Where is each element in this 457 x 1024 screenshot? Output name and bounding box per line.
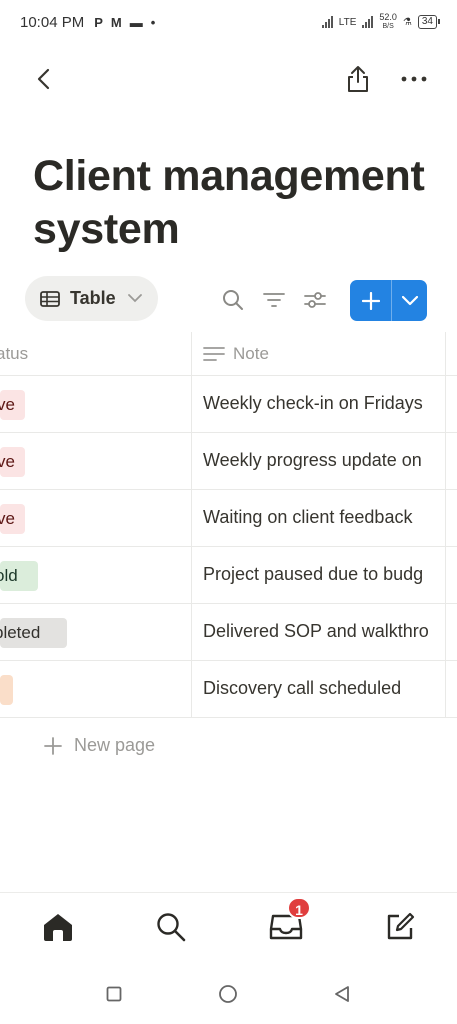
flask-icon: ⚗ (402, 16, 412, 28)
bottom-nav (0, 892, 457, 962)
status-bar: 10:04 PM P M ▬ • LTE 52.0 B/S ⚗ 34 (0, 0, 457, 44)
new-page-label: New page (74, 735, 156, 755)
signal-icon (321, 16, 333, 28)
ellipsis-icon (401, 76, 427, 82)
compose-tab[interactable] (382, 909, 418, 945)
table-header: atus Note (0, 332, 457, 376)
column-divider (445, 661, 446, 717)
signal-icon-2 (362, 16, 374, 28)
view-selector[interactable]: Table (25, 276, 158, 321)
status-badge[interactable]: ve (0, 390, 25, 420)
table-row[interactable]: ve Weekly check-in on Fridays (0, 376, 457, 433)
note-cell[interactable]: Waiting on client feedback (203, 507, 445, 528)
status-time: 10:04 PM (20, 13, 85, 31)
search-button[interactable] (218, 285, 248, 315)
status-badge[interactable]: old (0, 561, 38, 591)
share-button[interactable] (342, 62, 374, 96)
chevron-down-icon (127, 294, 142, 303)
note-cell[interactable]: Weekly check-in on Fridays (203, 393, 445, 414)
plus-icon (361, 291, 380, 310)
filter-icon (263, 293, 285, 307)
message-icon: ▬ (129, 14, 143, 30)
new-page-button[interactable]: New page (44, 735, 155, 756)
filter-button[interactable] (259, 285, 289, 315)
database-table: atus Note ve Weekly check-in on Fridays … (0, 332, 457, 718)
column-header-note-label: Note (233, 344, 269, 363)
add-button[interactable] (350, 280, 392, 321)
column-divider (445, 490, 446, 546)
column-divider (445, 376, 446, 432)
system-navigation-bar (0, 972, 457, 1016)
plus-icon (44, 736, 62, 755)
settings-button[interactable] (300, 285, 330, 315)
chevron-left-icon (37, 68, 50, 90)
home-button[interactable] (216, 982, 240, 1006)
network-type: LTE (338, 16, 357, 28)
column-divider (445, 332, 446, 375)
status-badge[interactable]: l (0, 675, 13, 705)
column-divider (445, 547, 446, 603)
inbox-notification-badge: 1 (287, 897, 311, 919)
view-label: Table (70, 288, 116, 308)
table-row[interactable]: pleted Delivered SOP and walkthro (0, 604, 457, 661)
home-tab[interactable] (40, 909, 76, 945)
back-system-button[interactable] (330, 982, 354, 1006)
table-row[interactable]: ve Waiting on client feedback (0, 490, 457, 547)
column-divider (191, 433, 192, 489)
note-cell[interactable]: Delivered SOP and walkthro (203, 621, 445, 642)
back-button[interactable] (28, 62, 58, 96)
gmail-icon: M (110, 14, 122, 30)
column-divider (191, 547, 192, 603)
status-badge[interactable]: pleted (0, 618, 67, 648)
column-divider (191, 490, 192, 546)
compose-icon (387, 912, 415, 940)
column-divider (191, 376, 192, 432)
new-options-dropdown[interactable] (392, 280, 427, 321)
column-divider (445, 433, 446, 489)
status-badge[interactable]: ve (0, 504, 25, 534)
search-tab[interactable] (153, 909, 189, 945)
search-icon (223, 290, 243, 310)
status-badge[interactable]: ve (0, 447, 25, 477)
note-cell[interactable]: Discovery call scheduled (203, 678, 445, 699)
table-row[interactable]: old Project paused due to budg (0, 547, 457, 604)
text-property-icon (203, 347, 225, 361)
network-speed: 52.0 B/S (379, 12, 397, 31)
circle-icon (219, 985, 237, 1003)
column-header-status[interactable]: atus (0, 344, 28, 364)
more-options-button[interactable] (398, 62, 430, 96)
top-nav (0, 58, 457, 100)
home-icon (44, 914, 72, 941)
square-icon (106, 986, 122, 1002)
triangle-back-icon (335, 986, 349, 1002)
column-divider (445, 604, 446, 660)
table-icon (40, 290, 60, 307)
chevron-down-icon (401, 295, 418, 305)
search-icon (157, 913, 186, 942)
column-divider (191, 604, 192, 660)
sliders-icon (304, 292, 326, 308)
dot-icon: • (150, 14, 156, 30)
column-divider (191, 661, 192, 717)
column-divider (191, 332, 192, 375)
new-item-button[interactable] (350, 280, 427, 321)
column-header-note[interactable]: Note (203, 344, 269, 364)
share-icon (348, 66, 368, 92)
page-title: Client management system (33, 152, 425, 253)
recent-apps-button[interactable] (102, 982, 126, 1006)
note-cell[interactable]: Weekly progress update on (203, 450, 445, 471)
pinterest-icon: P (94, 14, 103, 30)
table-row[interactable]: l Discovery call scheduled (0, 661, 457, 718)
note-cell[interactable]: Project paused due to budg (203, 564, 445, 585)
battery-icon: 34 (417, 15, 441, 29)
table-row[interactable]: ve Weekly progress update on (0, 433, 457, 490)
